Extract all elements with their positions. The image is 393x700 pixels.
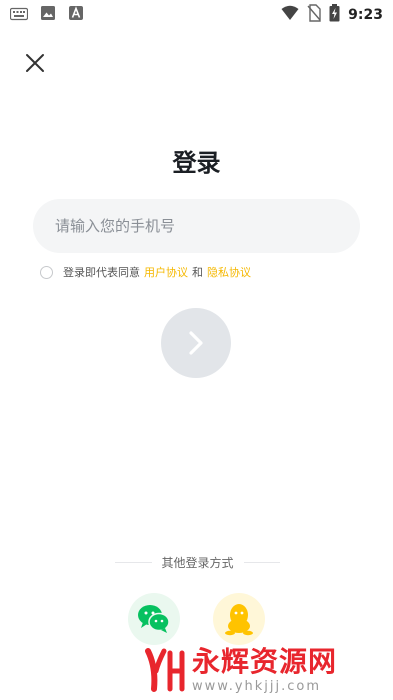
- image-icon: [40, 5, 56, 25]
- watermark: 永辉资源网 www.yhkjjj.com: [144, 640, 389, 700]
- status-left-icons: [9, 5, 84, 25]
- user-agreement-link[interactable]: 用户协议: [144, 264, 188, 280]
- other-login-label: 其他登录方式: [161, 555, 234, 570]
- status-right-icons: 9:23: [281, 4, 383, 26]
- close-icon: [26, 54, 44, 72]
- close-button[interactable]: [22, 50, 48, 76]
- watermark-text: 永辉资源网 www.yhkjjj.com: [192, 644, 338, 694]
- no-sim-icon: [307, 4, 321, 26]
- phone-input[interactable]: [33, 199, 360, 253]
- privacy-policy-link[interactable]: 隐私协议: [207, 264, 251, 280]
- next-button[interactable]: [161, 308, 231, 378]
- wifi-icon: [281, 5, 299, 25]
- agreement-and: 和: [192, 266, 203, 279]
- agreement-checkbox[interactable]: [40, 265, 53, 279]
- other-login-divider: 其他登录方式: [115, 553, 281, 571]
- divider-line-right: [243, 561, 281, 563]
- qq-icon: [225, 604, 253, 636]
- battery-charging-icon: [329, 4, 340, 26]
- keyboard-icon: [9, 6, 29, 25]
- divider-line-left: [115, 561, 152, 563]
- agreement-prefix: 登录即代表同意: [63, 266, 140, 279]
- app-a-icon: [68, 5, 84, 25]
- status-bar: 9:23: [0, 0, 393, 28]
- qq-login-button[interactable]: [213, 593, 265, 645]
- agreement-row: 登录即代表同意 用户协议 和 隐私协议: [40, 263, 255, 281]
- status-time: 9:23: [348, 7, 383, 23]
- watermark-url: www.yhkjjj.com: [192, 678, 322, 694]
- watermark-logo-icon: [145, 648, 185, 692]
- watermark-title: 永辉资源网: [192, 644, 338, 678]
- chevron-right-icon: [189, 331, 203, 355]
- page-title: 登录: [172, 149, 221, 177]
- wechat-icon: [138, 605, 170, 633]
- wechat-login-button[interactable]: [128, 593, 180, 645]
